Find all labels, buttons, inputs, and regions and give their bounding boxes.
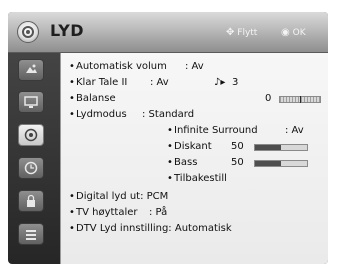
clear-voice-item[interactable]: •Klar Tale II : Av ♪▸ 3 (69, 76, 238, 90)
tv-speakers-value: : På (149, 207, 168, 218)
bullet: • (69, 191, 75, 202)
sound-mode-item[interactable]: •Lydmodus : Standard (69, 108, 194, 122)
bullet: • (69, 61, 75, 72)
bullet: • (69, 223, 75, 234)
bullet: • (69, 109, 75, 120)
balance-item[interactable]: •Balanse (69, 92, 116, 106)
clear-voice-level: 3 (232, 77, 239, 88)
sidebar-item-option[interactable] (18, 223, 44, 245)
bass-item[interactable]: •Bass 50 (167, 156, 244, 170)
screen-icon (24, 96, 38, 108)
ok-hint-label: OK (292, 28, 306, 38)
bullet: • (167, 125, 173, 136)
digital-out-item[interactable]: •Digital lyd ut: PCM (69, 190, 168, 204)
clear-voice-label: Klar Tale II (76, 77, 128, 88)
move-arrows-icon: ✥ (226, 27, 235, 38)
sound-icon (24, 128, 38, 142)
sidebar-item-lock[interactable] (18, 190, 44, 212)
bullet: • (167, 157, 173, 168)
settings-panel: •Automatisk volum : Av •Klar Tale II : A… (60, 53, 328, 264)
tv-speakers-label: TV høyttaler (76, 207, 138, 218)
sound-mode-value: : Standard (142, 109, 195, 120)
bullet: • (167, 141, 173, 152)
picture-icon (26, 64, 37, 73)
sidebar-item-screen[interactable] (18, 91, 44, 113)
option-icon (26, 230, 36, 240)
bass-fill (255, 161, 281, 166)
sound-menu-window: LYD ✥ Flytt ◉ OK •Automatisk volum: Av … (8, 12, 328, 264)
infinite-surround-item[interactable]: •Infinite Surround : Av (167, 124, 304, 138)
bullet: • (167, 173, 173, 184)
bullet: • (69, 77, 75, 88)
bass-label: Bass (174, 157, 198, 168)
auto-volume-item[interactable]: •Automatisk volum : Av (69, 60, 204, 74)
bullet: • (69, 207, 75, 218)
clear-voice-value: : Av (150, 77, 169, 88)
sound-mode-label: Lydmodus (76, 109, 127, 120)
balance-label: Balanse (76, 93, 116, 104)
move-hint: ✥ Flytt (226, 27, 257, 38)
balance-slider[interactable] (279, 96, 321, 103)
treble-value: 50 (231, 141, 244, 152)
dtv-audio-item[interactable]: •DTV Lyd innstilling: Automatisk (69, 222, 232, 236)
bullet: • (69, 93, 75, 104)
infinite-surround-value: : Av (285, 125, 304, 136)
clock-icon (24, 161, 38, 175)
ok-circle-icon: ◉ (281, 27, 290, 38)
infinite-surround-label: Infinite Surround (174, 125, 258, 136)
sidebar-item-sound[interactable] (18, 124, 44, 146)
digital-out-label: Digital lyd ut: PCM (76, 191, 169, 202)
menu-header: LYD ✥ Flytt ◉ OK (8, 12, 328, 53)
sound-menu-icon (17, 21, 39, 43)
sidebar-item-time[interactable] (18, 157, 44, 179)
treble-fill (255, 145, 281, 150)
treble-item[interactable]: •Diskant 50 (167, 140, 244, 154)
voice-level-icon: ♪▸ (214, 77, 226, 88)
dtv-audio-label: DTV Lyd innstilling: Automatisk (76, 223, 232, 234)
sidebar-item-picture[interactable] (18, 59, 44, 81)
balance-center-mark (300, 96, 301, 103)
bass-value: 50 (231, 157, 244, 168)
auto-volume-value: : Av (185, 61, 204, 72)
reset-label: Tilbakestill (174, 173, 227, 184)
page-title: LYD (50, 21, 85, 40)
auto-volume-label: Automatisk volum (76, 61, 167, 72)
treble-slider[interactable] (254, 144, 308, 151)
tv-speakers-item[interactable]: •TV høyttaler : På (69, 206, 167, 220)
balance-value: 0 (265, 93, 272, 104)
ok-hint: ◉ OK (281, 27, 306, 38)
treble-label: Diskant (174, 141, 212, 152)
move-hint-label: Flytt (237, 28, 258, 38)
category-sidebar (8, 53, 58, 264)
lock-icon (27, 194, 35, 207)
reset-item[interactable]: •Tilbakestill (167, 172, 227, 186)
bass-slider[interactable] (254, 160, 308, 167)
